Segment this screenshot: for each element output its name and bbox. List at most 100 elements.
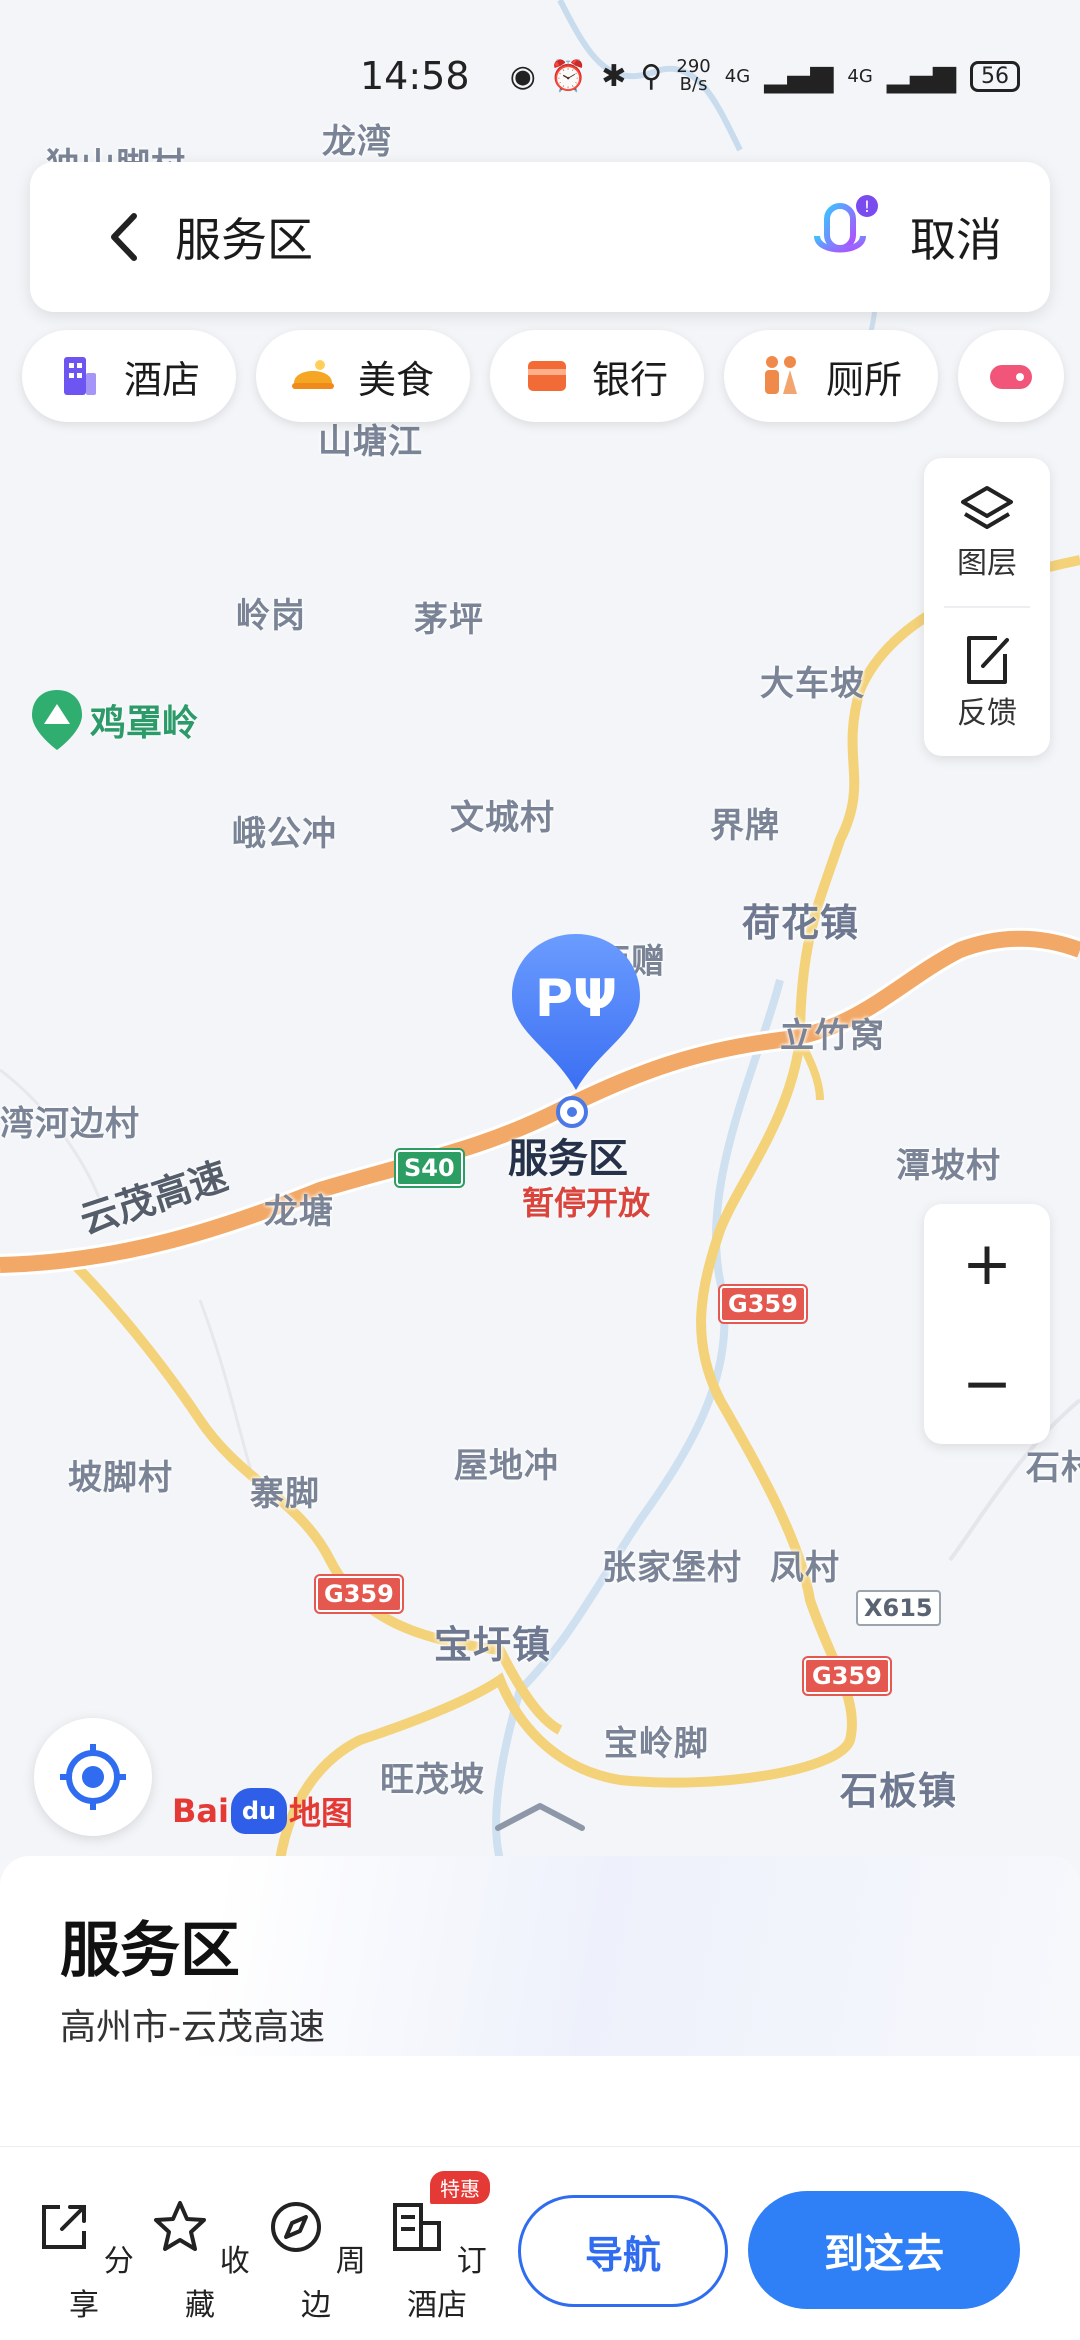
place-label: 荷花镇 (742, 901, 860, 945)
status-bar: 14:58 ◉ ⏰ ✱ ⚲ 290 B/s 4G ▂▄▆ 4G ▂▄▆ 56 (0, 50, 1080, 110)
place-label: 龙湾 (322, 122, 392, 162)
promo-badge: 特惠 (430, 2171, 490, 2204)
share-button[interactable]: 分享 (34, 2197, 134, 2324)
go-here-button[interactable]: 到这去 (748, 2191, 1020, 2309)
favorite-button[interactable]: 收藏 (150, 2197, 250, 2324)
mountain-pin-icon (32, 690, 82, 750)
chip-label: 厕所 (826, 357, 903, 402)
nearby-button[interactable]: 周边 (266, 2197, 366, 2324)
expand-chevron-icon[interactable] (490, 1796, 590, 1836)
divider (944, 606, 1030, 608)
compass-icon (271, 2202, 322, 2252)
place-label: 凤村 (770, 1548, 840, 1588)
place-label: 峨公冲 (232, 814, 337, 854)
chip-bank[interactable]: 银行 (490, 330, 705, 422)
place-label: 文城村 (450, 798, 555, 838)
food-icon (292, 360, 335, 389)
status-icons: ◉ ⏰ ✱ ⚲ 290 B/s 4G ▂▄▆ 4G ▂▄▆ 56 (510, 58, 1020, 94)
place-label: 茅坪 (414, 600, 484, 640)
svg-text:!: ! (864, 197, 870, 216)
road-shield: G359 (804, 1658, 890, 1694)
poi-scenic-label: 鸡罩岭 (90, 703, 199, 744)
search-bar[interactable]: 服务区 ! 取消 (30, 162, 1050, 312)
place-label: 旺茂坡 (380, 1760, 485, 1800)
book-hotel-button[interactable]: 订酒店 (382, 2197, 492, 2324)
poi-marker-glyph: PΨ (535, 969, 617, 1029)
chip-hotel[interactable]: 酒店 (22, 330, 237, 422)
battery-indicator: 56 (970, 60, 1020, 92)
voice-assistant-icon[interactable]: ! (805, 192, 885, 282)
place-label: 张家堡村 (602, 1548, 742, 1588)
place-label: 屋地冲 (454, 1446, 559, 1486)
zoom-controls: + − (924, 1204, 1050, 1444)
place-label: 宝岭脚 (604, 1724, 709, 1764)
feedback-label: 反馈 (957, 696, 1017, 731)
place-label: 寨脚 (250, 1474, 320, 1514)
status-time: 14:58 (360, 54, 470, 98)
road-shield: G359 (720, 1286, 806, 1322)
hotel-booking-icon (393, 2203, 442, 2251)
signal-icon: ▂▄▆ (886, 58, 956, 94)
gamepad-icon (990, 365, 1033, 389)
place-label: 石板镇 (840, 1769, 958, 1813)
poi-map-status: 暂停开放 (522, 1184, 651, 1222)
feedback-edit-icon (967, 636, 1009, 684)
feedback-button[interactable]: 反馈 (924, 632, 1050, 732)
zoom-in-button[interactable]: + (924, 1204, 1050, 1324)
net-speed: 290 B/s (676, 56, 711, 95)
layers-button[interactable]: 图层 (924, 482, 1050, 582)
toilet-icon (765, 356, 798, 394)
service-area-icon (556, 1096, 588, 1128)
poi-marker[interactable]: PΨ (508, 932, 644, 1092)
poi-scenic[interactable]: 鸡罩岭 (30, 688, 198, 752)
navigate-button[interactable]: 导航 (518, 2195, 728, 2307)
place-label: 立竹窝 (780, 1016, 885, 1056)
chip-toilet[interactable]: 厕所 (724, 330, 939, 422)
place-label: 湾河边村 (0, 1104, 140, 1144)
zoom-out-button[interactable]: − (924, 1324, 1050, 1444)
signal-1-label: 4G (724, 65, 751, 87)
chip-food[interactable]: 美食 (256, 330, 471, 422)
chip-label: 酒店 (124, 357, 201, 402)
bluetooth-icon: ✱ (601, 58, 627, 94)
place-label: 潭坡村 (896, 1146, 1001, 1186)
road-shield: G359 (316, 1576, 402, 1612)
search-query[interactable]: 服务区 (175, 204, 313, 270)
signal-icon: ▂▄▆ (764, 58, 834, 94)
signal-2-label: 4G (847, 65, 873, 87)
category-chips: 酒店 美食 银行 厕所 (22, 330, 1065, 422)
place-label: 宝圩镇 (434, 1623, 552, 1667)
cancel-button[interactable]: 取消 (910, 204, 1002, 270)
my-location-icon (60, 1744, 126, 1810)
alarm-icon: ⏰ (549, 58, 588, 94)
place-label: 界牌 (710, 806, 780, 846)
back-chevron-icon[interactable] (90, 202, 160, 272)
locate-button[interactable] (34, 1718, 152, 1836)
hotel-icon (64, 357, 96, 395)
place-label: 坡脚村 (68, 1458, 173, 1498)
logo-text: Bai (172, 1792, 229, 1830)
place-label: 石村 (1026, 1448, 1080, 1488)
place-label: 大车坡 (760, 664, 865, 704)
action-bar: 分享 收藏 周边 订酒店 特惠 导航 到这去 (0, 2146, 1080, 2340)
map-side-panel: 图层 反馈 (924, 458, 1050, 756)
chip-label: 美食 (358, 357, 435, 402)
map-canvas[interactable]: 龙湾 独山脚村 山塘江 岭岗 茅坪 大车坡 界牌 文城村 峨公冲 荷花镇 立竹窝… (0, 0, 1080, 1860)
star-icon (154, 2201, 207, 2251)
layers-icon (961, 486, 1013, 529)
place-label: 岭岗 (236, 596, 306, 636)
bank-icon (528, 361, 567, 391)
baidu-logo: Bai du 地图 (172, 1788, 353, 1834)
road-shield: S40 (396, 1150, 463, 1186)
location-icon: ⚲ (640, 58, 663, 94)
place-label: 龙塘 (264, 1192, 334, 1232)
chip-more[interactable] (958, 330, 1065, 422)
layers-label: 图层 (957, 546, 1017, 581)
poi-detail-sheet[interactable]: 服务区 高州市-云茂高速 分享 收藏 周边 订酒店 特惠 导航 到这去 (0, 1803, 1080, 2340)
logo-text: 地图 (288, 1794, 353, 1832)
poi-map-name: 服务区 (508, 1136, 628, 1182)
poi-address: 高州市-云茂高速 (60, 2007, 325, 2048)
logo-paw: du (230, 1788, 287, 1834)
share-icon (42, 2205, 87, 2249)
chip-label: 银行 (592, 357, 669, 402)
